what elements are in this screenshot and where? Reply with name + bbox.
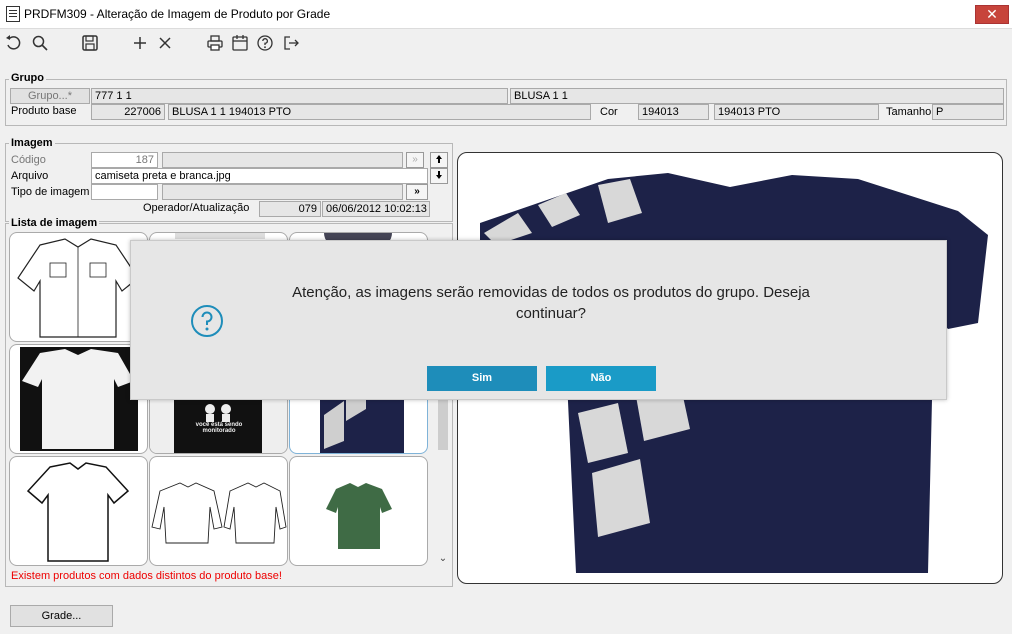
grupo-desc-field[interactable]: BLUSA 1 1 (510, 88, 1004, 104)
operador-label: Operador/Atualização (143, 202, 250, 214)
imagem-section-title: Imagem (9, 137, 55, 149)
close-button[interactable]: ✕ (975, 5, 1009, 24)
arrow-up-icon (436, 155, 442, 163)
green-polo-image (320, 459, 398, 563)
thumbnail-shirt-sketch[interactable] (9, 232, 148, 342)
tipo-imagem-field[interactable] (91, 184, 158, 200)
grupo-lookup-button[interactable]: Grupo...* (10, 88, 90, 104)
scroll-down-icon[interactable]: ⌄ (438, 553, 448, 564)
app-icon (6, 6, 20, 22)
yes-button[interactable]: Sim (427, 366, 537, 391)
thumbnail-tshirt-outline[interactable] (9, 456, 148, 566)
lista-section-title: Lista de imagem (9, 217, 100, 229)
codigo-label: Código (11, 154, 46, 166)
codigo-field[interactable]: 187 (91, 152, 158, 168)
grupo-code-field[interactable]: 777 1 1 (91, 88, 508, 104)
tshirt-outline-image (26, 462, 130, 562)
add-icon[interactable] (129, 32, 151, 54)
tipo-imagem-label: Tipo de imagem (11, 186, 90, 198)
tipo-imagem-desc-field (162, 184, 403, 200)
exit-icon[interactable] (280, 32, 302, 54)
cancel-icon[interactable] (154, 32, 176, 54)
white-tshirt-image (20, 347, 138, 451)
move-down-button[interactable] (430, 168, 448, 184)
thumbnail-white-tshirt[interactable] (9, 344, 148, 454)
grupo-section-title: Grupo (9, 72, 46, 84)
print-icon[interactable] (204, 32, 226, 54)
move-up-button[interactable] (430, 152, 448, 168)
dialog-message: Atenção, as imagens serão removidas de t… (292, 284, 810, 322)
confirm-dialog: Atenção, as imagens serão removidas de t… (130, 240, 947, 400)
undo-icon[interactable] (3, 32, 25, 54)
produto-base-code-field[interactable]: 227006 (91, 104, 165, 120)
search-icon[interactable] (29, 32, 51, 54)
tamanho-label: Tamanho (886, 106, 932, 118)
save-icon[interactable] (79, 32, 101, 54)
produto-base-label: Produto base (11, 105, 77, 117)
title-bar: PRDFM309 - Alteração de Imagem de Produt… (0, 0, 1012, 29)
atualizacao-field[interactable]: 06/06/2012 10:02:13 (322, 201, 430, 217)
tipo-imagem-more-button[interactable]: » (406, 184, 428, 200)
cor-label: Cor (600, 106, 618, 118)
arquivo-label: Arquivo (11, 170, 49, 182)
cor-desc-field[interactable]: 194013 PTO (714, 104, 879, 120)
codigo-desc-field (162, 152, 403, 168)
arrow-down-icon (436, 171, 442, 179)
grade-button[interactable]: Grade... (10, 605, 113, 627)
tshirt-print-caption: você está sendo monitorado (195, 422, 243, 434)
operador-field[interactable]: 079 (259, 201, 321, 217)
no-button[interactable]: Não (546, 366, 656, 391)
calendar-icon[interactable] (229, 32, 251, 54)
arquivo-field[interactable]: camiseta preta e branca.jpg (91, 168, 428, 184)
shirt-sketch-image (17, 238, 139, 338)
window-title: PRDFM309 - Alteração de Imagem de Produt… (24, 7, 331, 21)
question-icon (191, 305, 223, 337)
shirt-flat-image (150, 479, 287, 545)
thumbnail-shirt-flat[interactable] (149, 456, 288, 566)
produto-base-desc-field[interactable]: BLUSA 1 1 194013 PTO (168, 104, 591, 120)
warning-message: Existem produtos com dados distintos do … (11, 570, 282, 582)
codigo-more-button[interactable]: » (406, 152, 424, 168)
cor-code-field[interactable]: 194013 (638, 104, 709, 120)
thumbnail-green-polo[interactable] (289, 456, 428, 566)
tamanho-field[interactable]: P (932, 104, 1004, 120)
help-icon[interactable] (254, 32, 276, 54)
